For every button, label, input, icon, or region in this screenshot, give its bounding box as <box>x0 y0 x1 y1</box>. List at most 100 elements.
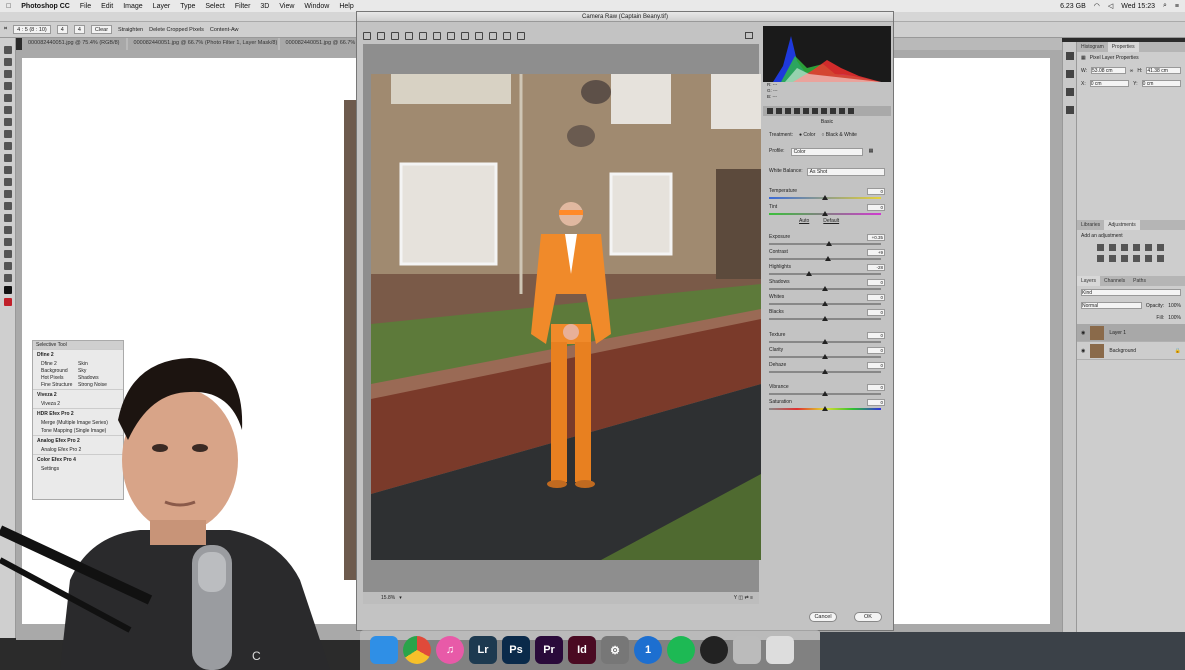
spot-removal-icon[interactable] <box>461 32 469 40</box>
detail-tab-icon[interactable] <box>785 108 791 114</box>
dock-chrome-icon[interactable] <box>403 636 431 664</box>
zoom-tool-icon[interactable] <box>3 274 12 282</box>
menu-filter[interactable]: Filter <box>235 3 251 10</box>
apple-icon[interactable]:  <box>6 3 11 10</box>
path-select-tool-icon[interactable] <box>3 238 12 246</box>
auto-button[interactable]: Auto <box>799 218 809 224</box>
ok-button[interactable]: OK <box>854 612 882 622</box>
pen-tool-icon[interactable] <box>3 214 12 222</box>
menu-help[interactable]: Help <box>339 3 353 10</box>
width-field[interactable]: 53.08 cm <box>1091 67 1126 74</box>
blend-mode-select[interactable]: Normal <box>1081 302 1142 309</box>
hue-sat-icon[interactable] <box>1157 244 1164 251</box>
menu-select[interactable]: Select <box>205 3 224 10</box>
marquee-tool-icon[interactable] <box>3 58 12 66</box>
dock-itunes-icon[interactable]: ♫ <box>436 636 464 664</box>
tab-adjustments[interactable]: Adjustments <box>1104 220 1140 230</box>
slider-value-field[interactable]: 0 <box>867 309 885 316</box>
profile-browser-icon[interactable]: ▦ <box>869 148 874 156</box>
before-after-icon[interactable]: Y ◫ ⇄ ≡ <box>734 595 753 601</box>
menu-3d[interactable]: 3D <box>260 3 269 10</box>
profile-select[interactable]: Color <box>790 148 863 156</box>
channel-mixer-icon[interactable] <box>1133 255 1140 262</box>
slider-thumb[interactable] <box>822 406 828 411</box>
menu-view[interactable]: View <box>279 3 294 10</box>
type-tool-icon[interactable] <box>3 226 12 234</box>
clock[interactable]: Wed 15:23 <box>1121 3 1155 10</box>
slider-highlights[interactable]: Highlights -28 <box>769 264 885 278</box>
slider-thumb[interactable] <box>822 301 828 306</box>
dock-obs-icon[interactable] <box>700 636 728 664</box>
doc-tab[interactable]: 000082440051.jpg @ 66.7% (Photo Filter 1… <box>127 38 278 50</box>
straighten-icon[interactable] <box>447 32 455 40</box>
slider-clarity[interactable]: Clarity 0 <box>769 347 885 361</box>
slider-exposure[interactable]: Exposure +0.35 <box>769 234 885 248</box>
slider-thumb[interactable] <box>822 339 828 344</box>
search-icon[interactable]: ⌕ <box>1163 2 1167 10</box>
slider-shadows[interactable]: Shadows 0 <box>769 279 885 293</box>
vibrance-icon[interactable] <box>1145 244 1152 251</box>
hand-tool-icon[interactable] <box>3 262 12 270</box>
slider-contrast[interactable]: Contrast +9 <box>769 249 885 263</box>
ratio-value[interactable]: 4 <box>56 25 68 34</box>
slider-dehaze[interactable]: Dehaze 0 <box>769 362 885 376</box>
slider-thumb[interactable] <box>822 316 828 321</box>
tab-libraries[interactable]: Libraries <box>1077 220 1104 230</box>
camera-raw-preview[interactable] <box>363 44 761 594</box>
color-lookup-icon[interactable] <box>1145 255 1152 262</box>
crop-icon[interactable]: ⌗ <box>4 26 7 33</box>
slider-track[interactable] <box>769 243 881 245</box>
white-balance-icon[interactable] <box>391 32 399 40</box>
slider-value-field[interactable]: 0 <box>867 384 885 391</box>
ratio-select[interactable]: 4 : 5 (8 : 10) <box>13 25 51 34</box>
slider-value-field[interactable]: 0 <box>867 279 885 286</box>
tab-layers[interactable]: Layers <box>1077 276 1101 286</box>
color-balance-icon[interactable] <box>1097 255 1104 262</box>
height-field[interactable]: 41.38 cm <box>1146 67 1182 74</box>
slider-temperature[interactable]: Temperature 0 <box>769 188 885 202</box>
eye-icon[interactable]: ◉ <box>1081 348 1085 354</box>
slider-thumb[interactable] <box>822 369 828 374</box>
slider-thumb[interactable] <box>822 195 828 200</box>
y-field[interactable]: 0 cm <box>1141 80 1181 87</box>
menu-window[interactable]: Window <box>304 3 329 10</box>
slider-value-field[interactable]: -28 <box>867 264 885 271</box>
paragraph-icon[interactable] <box>1066 106 1074 114</box>
slider-texture[interactable]: Texture 0 <box>769 332 885 346</box>
slider-thumb[interactable] <box>822 211 828 216</box>
brush-tool-icon[interactable] <box>3 130 12 138</box>
black-white-icon[interactable] <box>1109 255 1116 262</box>
red-eye-icon[interactable] <box>475 32 483 40</box>
storage-indicator[interactable]: 6.23 GB <box>1060 3 1086 10</box>
treatment-color-radio[interactable]: ● Color <box>799 132 815 138</box>
default-button[interactable]: Default <box>823 218 839 224</box>
levels-icon[interactable] <box>1109 244 1116 251</box>
slider-value-field[interactable]: 0 <box>867 399 885 406</box>
history-brush-tool-icon[interactable] <box>3 154 12 162</box>
zoom-dropdown-icon[interactable]: ▾ <box>399 595 402 601</box>
wifi-icon[interactable]: ◠ <box>1094 2 1100 10</box>
zoom-icon[interactable] <box>363 32 371 40</box>
dodge-tool-icon[interactable] <box>3 202 12 210</box>
slider-blacks[interactable]: Blacks 0 <box>769 309 885 323</box>
crop-icon[interactable] <box>433 32 441 40</box>
slider-vibrance[interactable]: Vibrance 0 <box>769 384 885 398</box>
slider-value-field[interactable]: +9 <box>867 249 885 256</box>
kind-filter[interactable]: Kind <box>1081 289 1181 296</box>
ratio-value-2[interactable]: 4 <box>73 25 85 34</box>
effects-tab-icon[interactable] <box>821 108 827 114</box>
link-icon[interactable]: ∞ <box>1130 68 1134 74</box>
slider-value-field[interactable]: 0 <box>867 188 885 195</box>
dock-lightroom-icon[interactable]: Lr <box>469 636 497 664</box>
slider-thumb[interactable] <box>822 286 828 291</box>
adjustment-brush-icon[interactable] <box>489 32 497 40</box>
actions-icon[interactable] <box>1066 70 1074 78</box>
clear-button[interactable]: Clear <box>90 25 113 34</box>
tab-properties[interactable]: Properties <box>1107 42 1139 52</box>
dock-spotify-icon[interactable] <box>667 636 695 664</box>
layer-row[interactable]: ◉ Layer 1 <box>1077 324 1185 342</box>
eyedropper-tool-icon[interactable] <box>3 106 12 114</box>
x-field[interactable]: 0 cm <box>1089 80 1130 87</box>
stamp-tool-icon[interactable] <box>3 142 12 150</box>
menu-list-icon[interactable]: ≡ <box>1175 3 1179 10</box>
